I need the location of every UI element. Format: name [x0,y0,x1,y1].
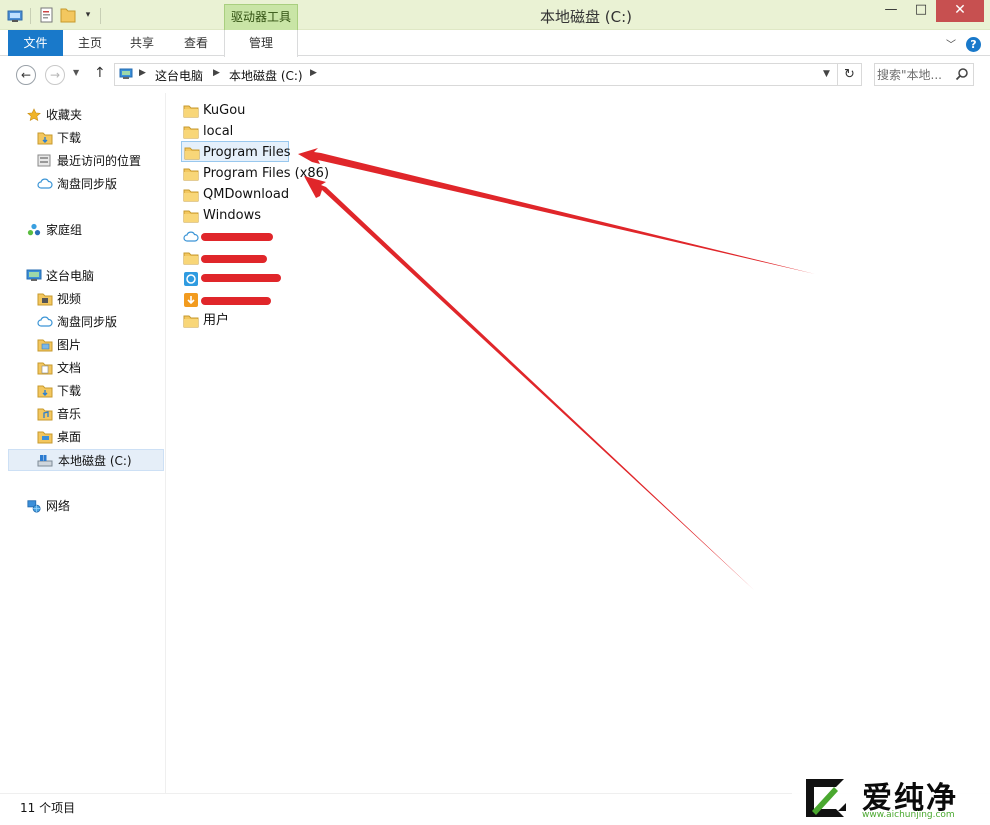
folder-icon [183,252,199,265]
search-input[interactable] [877,66,955,83]
sync-app-icon [184,272,198,286]
nav-item-local-disk-c[interactable]: 本地磁盘 (C:) [8,449,164,471]
watermark-url: www.aichunjing.com [862,810,955,820]
window-title: 本地磁盘 (C:) [540,8,632,26]
address-bar[interactable]: ▶ 这台电脑 ▶ 本地磁盘 (C:) ▶ ▼ [114,63,838,86]
refresh-button[interactable]: ↻ [838,63,862,86]
breadcrumb-local-disk[interactable]: 本地磁盘 (C:) [229,67,303,84]
search-box[interactable] [874,63,974,86]
tab-share[interactable]: 共享 [116,30,168,56]
redaction-mark [201,297,271,305]
cloud-icon [37,178,53,189]
computer-icon [26,269,42,281]
folder-icon [183,189,199,202]
drive-icon [37,455,53,467]
up-button[interactable]: ↑ [94,65,106,81]
nav-this-pc[interactable]: 这台电脑 [26,265,162,287]
breadcrumb-this-pc[interactable]: 这台电脑 [155,67,203,84]
back-button[interactable]: ← [16,65,36,85]
quick-access-separator [30,8,31,24]
downloads-folder-icon [37,385,53,398]
recent-locations-icon[interactable]: ▼ [73,68,79,77]
tab-view[interactable]: 查看 [168,30,224,56]
ribbon-tabs: 文件 主页 共享 查看 管理 ﹀ ? [0,30,990,57]
search-icon[interactable] [955,67,969,81]
redaction-mark [201,255,267,263]
breadcrumb-separator-icon[interactable]: ▶ [139,68,146,78]
nav-item-downloads[interactable]: 下载 [37,380,162,402]
cloud-icon [183,231,199,242]
watermark-logo-icon [806,779,846,817]
breadcrumb-separator-icon[interactable]: ▶ [213,68,220,78]
address-history-icon[interactable]: ▼ [823,69,830,79]
computer-icon [119,68,133,79]
tab-manage[interactable]: 管理 [224,30,298,57]
customize-quick-access-icon[interactable]: ▾ [82,6,94,24]
redaction-mark [201,233,273,241]
forward-button[interactable]: → [45,65,65,85]
folder-icon [183,105,199,118]
documents-folder-icon [37,362,53,375]
navigation-pane: 收藏夹 下载 最近访问的位置 淘盘同步版 家庭组 这台电脑 视频 淘盘同步版 图… [0,93,166,793]
recent-places-icon [37,154,51,167]
folder-icon [183,210,199,223]
context-tab-label: 驱动器工具 [224,4,298,30]
quick-access-separator [100,8,101,24]
download-app-icon [184,293,198,307]
desktop-folder-icon [37,431,53,444]
file-item-redacted[interactable] [183,226,273,247]
new-folder-icon[interactable] [60,6,76,24]
redaction-mark [201,274,281,282]
file-list: KuGou local Program Files Program Files … [167,93,990,793]
breadcrumb-separator-icon[interactable]: ▶ [310,68,317,78]
close-button[interactable]: ✕ [936,0,984,22]
file-item-redacted[interactable] [183,289,271,310]
homegroup-icon [27,223,41,236]
nav-item-music[interactable]: 音乐 [37,403,162,425]
folder-icon [183,126,199,139]
music-folder-icon [37,408,53,421]
folder-icon [184,147,200,160]
nav-homegroup[interactable]: 家庭组 [26,219,162,241]
downloads-folder-icon [37,132,53,145]
system-menu-icon[interactable] [6,6,24,24]
help-icon[interactable]: ? [966,37,981,52]
minimize-button[interactable]: — [876,0,906,22]
nav-item-taopan-sync[interactable]: 淘盘同步版 [37,173,162,195]
nav-item-taopan-sync[interactable]: 淘盘同步版 [37,311,162,333]
expand-ribbon-icon[interactable]: ﹀ [946,36,956,51]
nav-item-downloads[interactable]: 下载 [37,127,162,149]
videos-folder-icon [37,293,53,306]
folder-icon [183,315,199,328]
nav-item-desktop[interactable]: 桌面 [37,426,162,448]
nav-item-pictures[interactable]: 图片 [37,334,162,356]
title-bar: ▾ 驱动器工具 本地磁盘 (C:) — □ ✕ [0,0,990,30]
properties-icon[interactable] [40,6,54,24]
file-item-redacted[interactable] [183,247,267,268]
navigation-bar: ← → ▼ ↑ ▶ 这台电脑 ▶ 本地磁盘 (C:) ▶ ▼ ↻ [0,57,990,93]
tab-home[interactable]: 主页 [64,30,116,56]
watermark: 爱纯净 www.aichunjing.com [792,765,990,825]
nav-network[interactable]: 网络 [26,495,162,517]
folder-icon [183,168,199,181]
item-count: 11 个项目 [20,801,76,815]
cloud-icon [37,316,53,327]
network-icon [27,500,41,513]
file-item-redacted[interactable] [183,268,281,289]
maximize-button[interactable]: □ [906,0,936,22]
nav-item-videos[interactable]: 视频 [37,288,162,310]
nav-item-documents[interactable]: 文档 [37,357,162,379]
nav-item-recent-places[interactable]: 最近访问的位置 [37,150,162,172]
tab-file[interactable]: 文件 [8,30,63,56]
nav-favorites[interactable]: 收藏夹 [26,104,162,126]
pictures-folder-icon [37,339,53,352]
file-item-program-files[interactable]: Program Files [181,141,291,162]
star-icon [27,108,41,122]
